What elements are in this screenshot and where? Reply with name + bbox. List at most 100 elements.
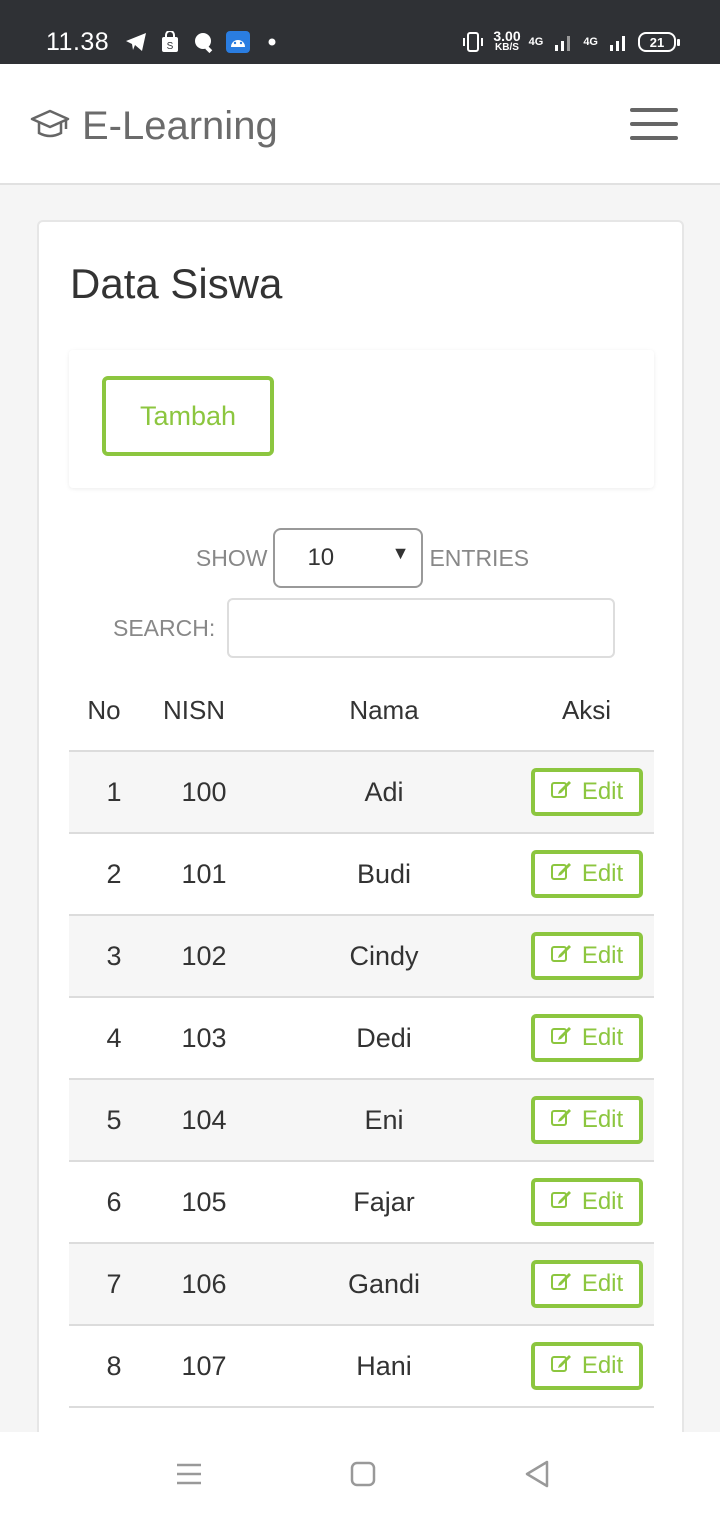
network-label-1: 4G (528, 36, 544, 48)
edit-icon (550, 942, 572, 971)
cell-nama: Adi (364, 776, 404, 807)
table-body: 1 100 Adi Edit 2 101 Budi Edit 3 102 Cindy Edit 4 103… (69, 752, 654, 1408)
cell-aksi: Edit (519, 768, 654, 816)
entries-length: SHOW 10 ▼ ENTRIES (39, 528, 686, 588)
system-icons: 3.00 KB/S 4G 4G 21 (461, 28, 680, 54)
add-button[interactable]: Tambah (102, 376, 274, 456)
recent-apps-icon[interactable] (176, 1463, 202, 1490)
status-bar: 11.38 S 3.00 KB/S 4G 4G 21 (0, 0, 720, 64)
cell-no: 3 (106, 940, 122, 971)
length-suffix: ENTRIES (429, 544, 530, 571)
header-no[interactable]: No (69, 695, 139, 726)
table-row: 2 101 Budi Edit (69, 834, 654, 916)
dot-icon (260, 30, 284, 54)
edit-icon (550, 1188, 572, 1217)
graduation-cap-icon (30, 107, 70, 146)
table-row: 8 107 Hani Edit (69, 1326, 654, 1408)
edit-icon (550, 778, 572, 807)
system-nav-bar (0, 1432, 720, 1520)
table-header: No NISN Nama Aksi (69, 670, 654, 752)
cell-no: 7 (106, 1268, 122, 1299)
cell-nisn: 103 (181, 1022, 227, 1053)
speed-unit: KB/S (495, 42, 519, 53)
search-app-icon (192, 30, 216, 54)
edit-button[interactable]: Edit (530, 850, 643, 898)
cell-nisn: 100 (181, 776, 227, 807)
cell-no: 4 (106, 1022, 122, 1053)
edit-label: Edit (581, 1024, 624, 1051)
search-input[interactable] (227, 598, 616, 658)
cell-nisn: 102 (181, 940, 227, 971)
cell-no: 5 (106, 1104, 122, 1135)
edit-icon (550, 860, 572, 889)
cell-nama: Dedi (356, 1022, 412, 1053)
cell-nisn: 104 (181, 1104, 227, 1135)
table-row: 1 100 Adi Edit (69, 752, 654, 834)
cell-nisn: 105 (181, 1186, 227, 1217)
table-row: 4 103 Dedi Edit (69, 998, 654, 1080)
edit-icon (550, 1270, 572, 1299)
network-label-2: 4G (583, 36, 598, 48)
back-icon[interactable] (524, 1460, 550, 1493)
search-label: SEARCH: (113, 614, 216, 641)
shopping-bag-icon: S (158, 30, 182, 54)
cell-nama: Cindy (349, 940, 419, 971)
header-nama[interactable]: Nama (249, 695, 519, 726)
cell-nisn: 101 (181, 858, 227, 889)
cell-nisn: 107 (181, 1350, 227, 1381)
edit-icon (550, 1024, 572, 1053)
content-card: Data Siswa Tambah SHOW 10 ▼ ENTRIES SEAR… (37, 220, 684, 1520)
edit-button[interactable]: Edit (530, 768, 643, 816)
edit-label: Edit (581, 1352, 624, 1379)
edit-label: Edit (581, 860, 624, 887)
edit-label: Edit (581, 1106, 624, 1133)
telegram-icon (124, 30, 148, 54)
battery-level: 21 (649, 34, 665, 50)
edit-label: Edit (581, 778, 624, 805)
edit-button[interactable]: Edit (530, 1014, 643, 1062)
edit-button[interactable]: Edit (530, 1260, 643, 1308)
edit-icon (550, 1106, 572, 1135)
entries-select[interactable]: 10 ▼ (273, 528, 424, 588)
notification-icons: S (124, 30, 284, 54)
entries-select-value: 10 (307, 544, 335, 571)
table-row: 3 102 Cindy Edit (69, 916, 654, 998)
cell-nisn: 106 (181, 1268, 227, 1299)
edit-label: Edit (581, 1188, 624, 1215)
caret-down-icon: ▼ (391, 542, 410, 563)
cell-aksi: Edit (519, 932, 654, 980)
edit-button[interactable]: Edit (530, 932, 643, 980)
signal-icon-2 (606, 30, 630, 54)
header-nisn[interactable]: NISN (139, 695, 249, 726)
battery-icon: 21 (638, 32, 680, 52)
vibrate-icon (461, 30, 485, 54)
cell-aksi: Edit (519, 850, 654, 898)
action-panel: Tambah (69, 350, 654, 488)
cell-aksi: Edit (519, 1096, 654, 1144)
edit-icon (550, 1352, 572, 1381)
speed-value: 3.00 (493, 28, 521, 44)
table-row: 6 105 Fajar Edit (69, 1162, 654, 1244)
cell-no: 1 (106, 776, 122, 807)
header-aksi[interactable]: Aksi (519, 695, 654, 726)
status-time: 11.38 (46, 28, 110, 56)
svg-text:S: S (167, 41, 174, 52)
length-prefix: SHOW (195, 544, 268, 571)
hamburger-menu-icon[interactable] (630, 108, 678, 140)
search-row: SEARCH: (113, 598, 616, 658)
edit-button[interactable]: Edit (530, 1342, 643, 1390)
edit-button[interactable]: Edit (530, 1178, 643, 1226)
cell-aksi: Edit (519, 1014, 654, 1062)
table-row: 5 104 Eni Edit (69, 1080, 654, 1162)
cell-nama: Eni (364, 1104, 404, 1135)
cell-aksi: Edit (519, 1260, 654, 1308)
brand-link[interactable]: E-Learning (30, 104, 278, 149)
home-icon[interactable] (350, 1461, 376, 1492)
edit-button[interactable]: Edit (530, 1096, 643, 1144)
cell-nama: Fajar (353, 1186, 415, 1217)
edit-label: Edit (581, 942, 624, 969)
cell-no: 8 (106, 1350, 122, 1381)
cell-aksi: Edit (519, 1178, 654, 1226)
cell-no: 2 (106, 858, 122, 889)
cell-no: 6 (106, 1186, 122, 1217)
